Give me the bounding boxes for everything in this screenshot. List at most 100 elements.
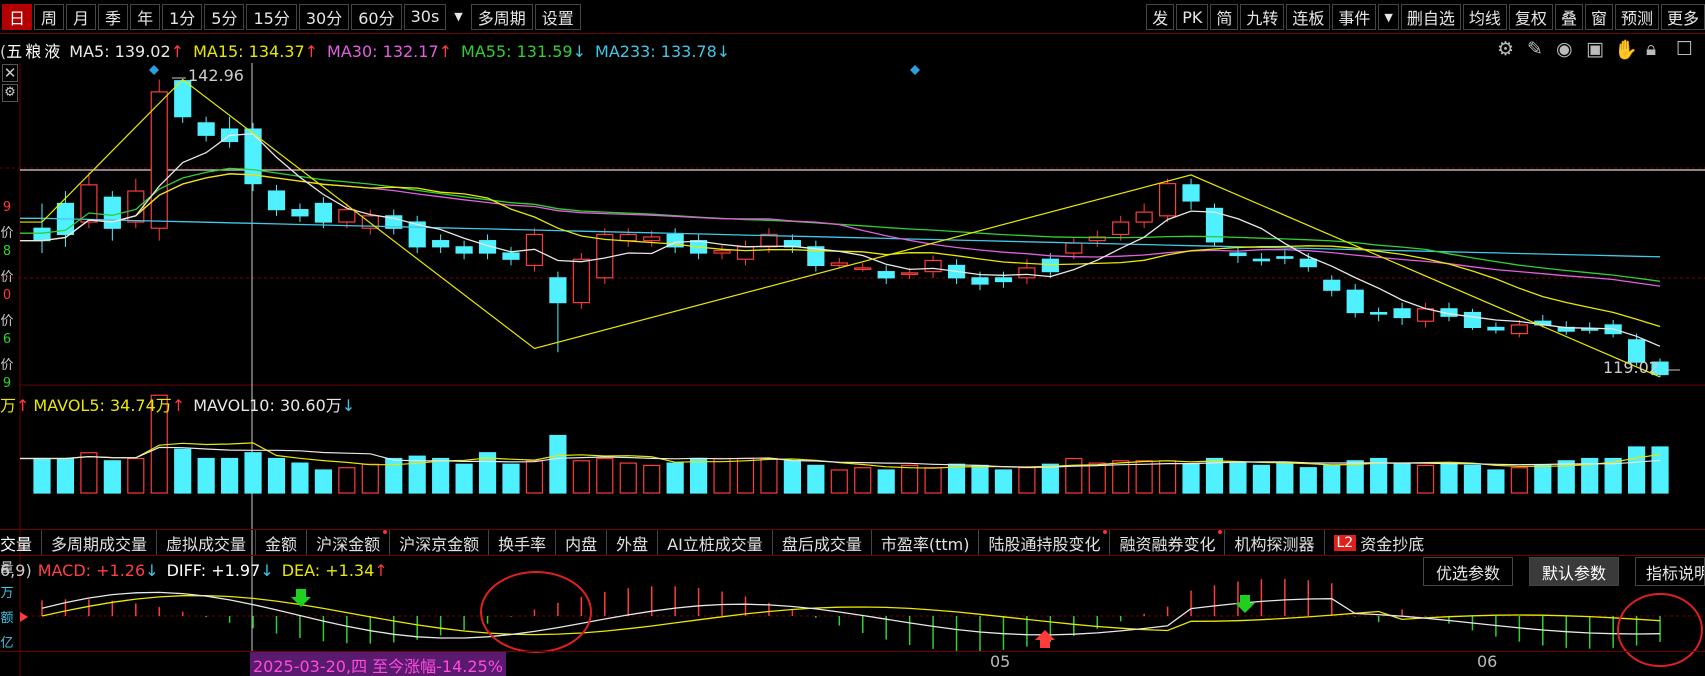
volume-bar (572, 460, 590, 494)
volume-bar (455, 463, 473, 494)
indicator-tab[interactable]: 交量 (0, 530, 43, 555)
candle-body (549, 277, 567, 304)
diff-line (41, 591, 1661, 639)
candle-body (314, 202, 332, 223)
indicator-tab[interactable]: 陆股通持股变化 (979, 530, 1111, 555)
candle-body (1370, 311, 1388, 315)
macd-legend: 6,9) MACD: +1.26↓ DIFF: +1.97↓ DEA: +1.34↑ (0, 561, 396, 580)
candle-body (1276, 256, 1294, 259)
high-price-label: 142.96 (188, 66, 244, 85)
volume-bar (666, 462, 684, 494)
volume-bar (1041, 463, 1059, 494)
volume-bar (854, 467, 872, 494)
indicator-tab[interactable]: 沪深京金额 (390, 530, 490, 555)
candle-body (455, 246, 473, 254)
volume-bar (971, 464, 989, 494)
candle-body (830, 262, 848, 267)
volume-bar (619, 462, 637, 494)
mavol5-line (20, 442, 1661, 469)
indicator-tab-label: 内盘 (565, 534, 598, 554)
indicator-tab[interactable]: 沪深金额 (307, 530, 391, 555)
volume-bar (1252, 464, 1271, 494)
candle-body (267, 190, 286, 211)
indicator-tab-label: 市盈率(ttm) (880, 534, 970, 554)
volume-bar (267, 457, 286, 494)
candle-body (1346, 289, 1364, 314)
candle-body (1229, 252, 1247, 257)
volume-bar (1346, 460, 1364, 494)
indicator-tab[interactable]: 多周期成交量 (42, 530, 158, 555)
volume-bar (1299, 467, 1317, 494)
indicator-tab-label: 陆股通持股变化 (988, 534, 1101, 554)
funds-tab[interactable]: L2 资金抄底 (1325, 530, 1434, 555)
volume-bar (713, 457, 731, 494)
vol-unit: 万 (0, 396, 17, 415)
volume-bar (221, 457, 239, 494)
indicator-tab[interactable]: 机构探测器 (1225, 530, 1325, 555)
candle-body (1158, 183, 1177, 217)
volume-bar (596, 457, 614, 494)
zigzag-line (19, 78, 1661, 378)
indicator-tab[interactable]: 外盘 (607, 530, 659, 555)
volume-bar (338, 467, 356, 494)
indicator-tab-label: 多周期成交量 (51, 534, 148, 554)
candle-body (1065, 242, 1083, 254)
candle-body (971, 277, 989, 285)
indicator-help-button[interactable]: 指标说明 (1635, 557, 1705, 586)
volume-bar (924, 467, 942, 494)
candle-body (1182, 184, 1200, 202)
macd-value: MACD: +1.26 (37, 561, 146, 580)
sell-arrow-icon (291, 589, 311, 607)
volume-bar (736, 457, 755, 494)
volume-bar (877, 469, 895, 494)
volume-bar (1229, 462, 1247, 494)
indicator-tab[interactable]: 换手率 (489, 530, 557, 555)
ma15-line (20, 173, 1661, 328)
volume-bar (502, 463, 520, 494)
candle-body (1463, 311, 1482, 329)
indicator-tabs: 交量 多周期成交量 虚拟成交量 金额 沪深金额 沪深京金额 换手率 内盘 外盘 AI立桩成交量 盘后… (0, 529, 1705, 556)
candle-body (150, 91, 168, 229)
indicator-tab[interactable]: 市盈率(ttm) (872, 530, 980, 555)
volume-bar (643, 464, 661, 494)
candle-body (1252, 258, 1271, 262)
preferred-params-button[interactable]: 优选参数 (1423, 557, 1514, 586)
low-price-label: 119.02 (1603, 358, 1659, 377)
indicator-tab-label: 虚拟成交量 (166, 534, 247, 554)
candle-body (174, 80, 192, 118)
indicator-tab-label: 金额 (265, 534, 298, 554)
volume-bar (994, 469, 1013, 494)
volume-bar (1112, 460, 1130, 494)
default-params-button[interactable]: 默认参数 (1529, 557, 1620, 586)
candle-body (291, 209, 309, 217)
indicator-tab-label: 机构探测器 (1234, 534, 1315, 554)
diff-arrow: ↓ (260, 561, 274, 580)
indicator-tab[interactable]: 金额 (256, 530, 308, 555)
mavol10-label: MAVOL10: 30.60万 (193, 396, 342, 415)
volume-bar (947, 463, 966, 494)
indicator-tab[interactable]: AI立桩成交量 (658, 530, 773, 555)
indicator-tab[interactable]: 盘后成交量 (773, 530, 872, 555)
indicator-tab-label: 外盘 (616, 534, 649, 554)
candle-body (924, 259, 942, 273)
volume-bar (1065, 457, 1083, 494)
annotation-circle (480, 571, 592, 653)
ma30-line (20, 173, 1661, 287)
volume-bar (689, 457, 708, 494)
diamond-marker (149, 65, 159, 75)
candle-body (1041, 258, 1059, 273)
indicator-tab[interactable]: 内盘 (556, 530, 608, 555)
indicator-tab[interactable]: 融资融券变化 (1110, 530, 1226, 555)
candle-body (1299, 258, 1317, 268)
dea-value: DEA: +1.34 (281, 561, 375, 580)
volume-bar (127, 457, 145, 494)
volume-bar (830, 469, 848, 494)
candle-body (103, 196, 121, 229)
volume-bar (807, 464, 825, 494)
start-marker (20, 612, 28, 622)
volume-bar (432, 457, 450, 494)
indicator-tab[interactable]: 虚拟成交量 (157, 530, 257, 555)
volume-bar (314, 469, 332, 494)
indicator-tab-label: 沪深京金额 (399, 534, 480, 554)
volume-bar (1018, 467, 1036, 494)
